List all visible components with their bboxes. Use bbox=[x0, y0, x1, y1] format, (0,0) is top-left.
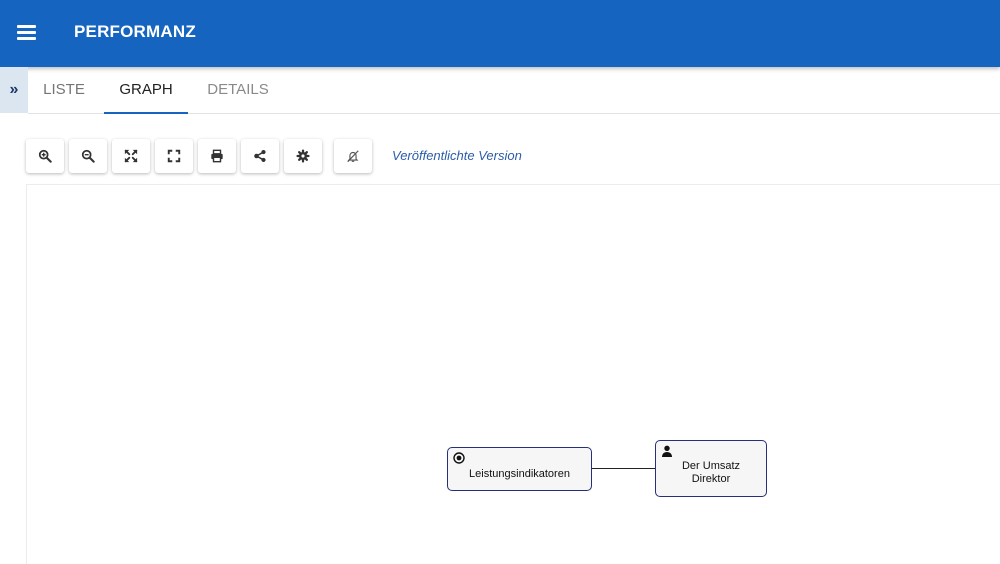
settings-button[interactable] bbox=[284, 139, 322, 173]
zoom-out-button[interactable] bbox=[69, 139, 107, 173]
sidebar-expand-button[interactable]: » bbox=[0, 67, 28, 113]
graph-edge bbox=[592, 468, 655, 469]
zoom-in-icon bbox=[38, 149, 52, 163]
notifications-off-button[interactable] bbox=[334, 139, 372, 173]
node-label: Leistungsindikatoren bbox=[469, 468, 570, 480]
app-title: PERFORMANZ bbox=[74, 22, 196, 41]
print-button[interactable] bbox=[198, 139, 236, 173]
node-label: Der Umsatz Direktor bbox=[681, 460, 741, 485]
graph-node-role[interactable]: Der Umsatz Direktor bbox=[655, 440, 767, 497]
zoom-in-button[interactable] bbox=[26, 139, 64, 173]
graph-canvas[interactable]: Leistungsindikatoren Der Umsatz Direktor bbox=[26, 184, 1000, 564]
tab-liste[interactable]: LISTE bbox=[28, 67, 100, 113]
zoom-out-icon bbox=[81, 149, 95, 163]
print-icon bbox=[211, 149, 223, 163]
double-chevron-right-icon: » bbox=[9, 81, 19, 98]
fullscreen-button[interactable] bbox=[155, 139, 193, 173]
version-label: Veröffentlichte Version bbox=[392, 148, 522, 163]
tab-graph[interactable]: GRAPH bbox=[104, 67, 188, 114]
view-tabs: LISTE GRAPH DETAILS bbox=[28, 67, 1000, 114]
graph-node-kpi[interactable]: Leistungsindikatoren bbox=[447, 447, 592, 491]
tab-details[interactable]: DETAILS bbox=[192, 67, 284, 113]
fit-to-screen-icon bbox=[124, 149, 138, 163]
notifications-off-icon bbox=[347, 150, 359, 163]
app-bar: PERFORMANZ bbox=[0, 0, 1000, 67]
share-icon bbox=[254, 149, 266, 163]
menu-icon[interactable] bbox=[16, 22, 38, 44]
target-icon bbox=[453, 452, 465, 464]
fullscreen-icon bbox=[167, 149, 181, 163]
fit-to-screen-button[interactable] bbox=[112, 139, 150, 173]
user-icon bbox=[662, 445, 672, 457]
settings-icon bbox=[296, 149, 310, 163]
share-button[interactable] bbox=[241, 139, 279, 173]
